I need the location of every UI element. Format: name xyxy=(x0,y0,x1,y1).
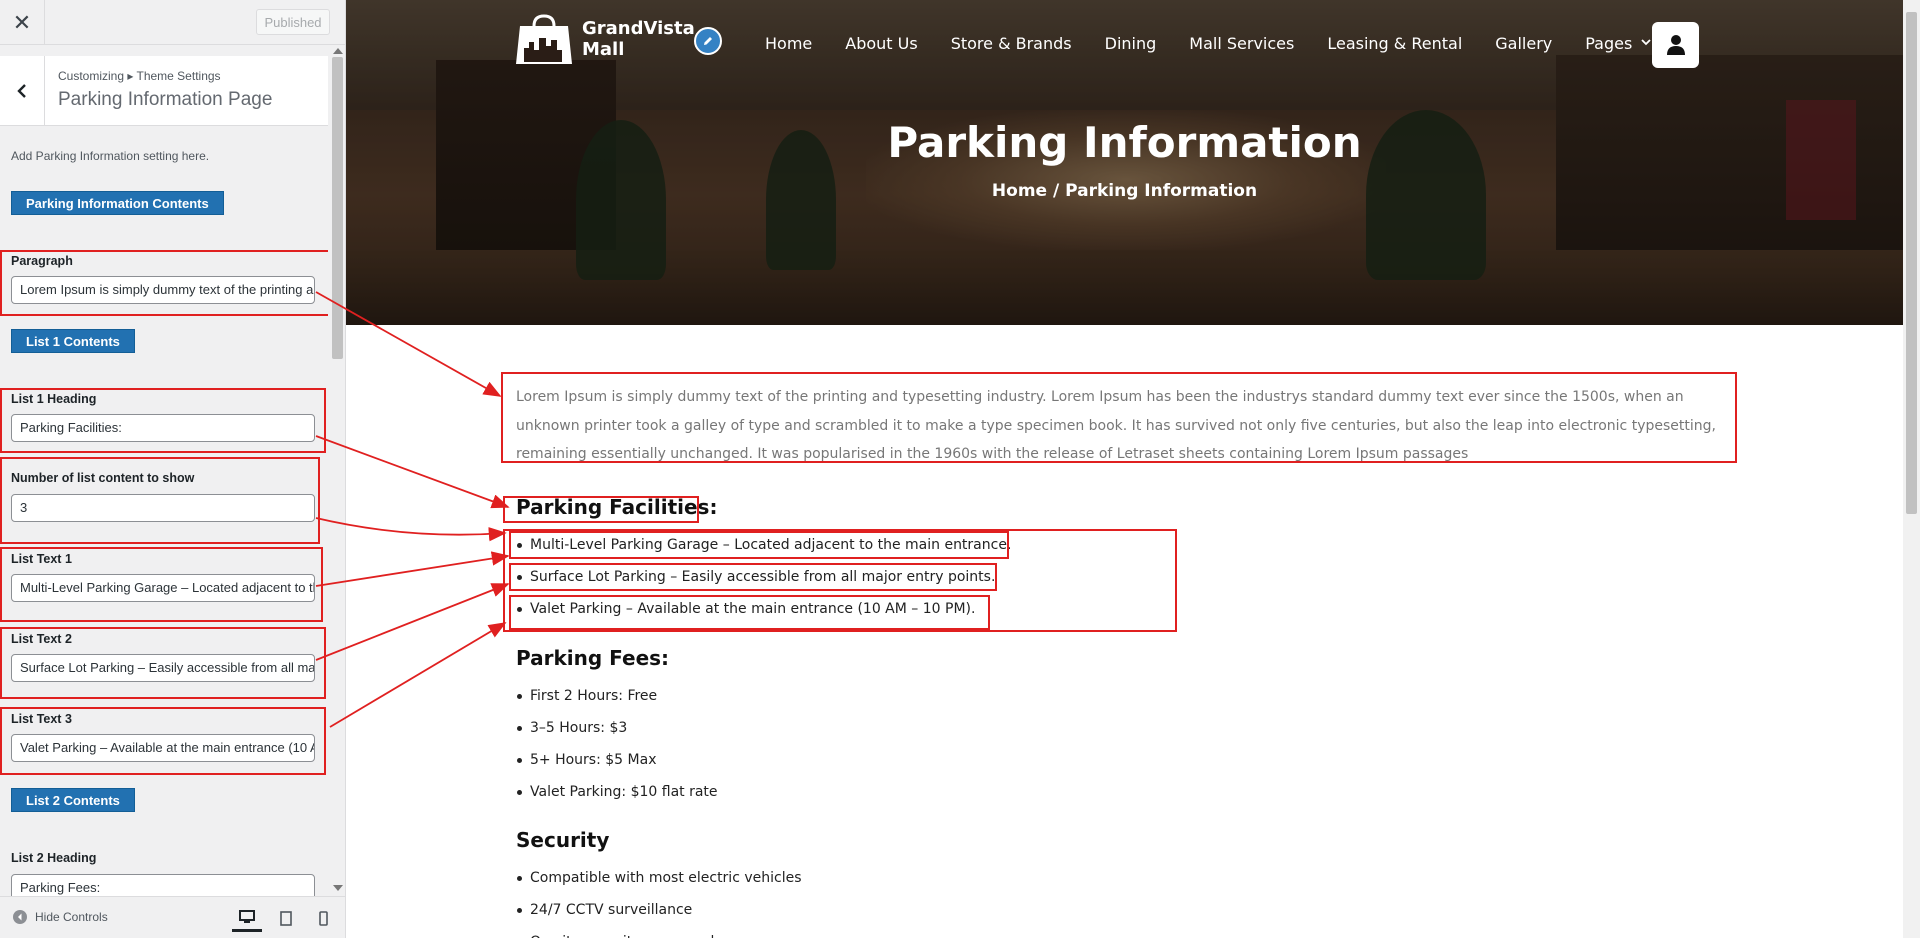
nav-gallery[interactable]: Gallery xyxy=(1495,34,1552,53)
sidebar-scroll-thumb[interactable] xyxy=(332,57,343,359)
list-text3-input[interactable]: Valet Parking – Available at the main en… xyxy=(11,734,315,762)
nav-home[interactable]: Home xyxy=(765,34,812,53)
list-item: Valet Parking – Available at the main en… xyxy=(516,593,1011,625)
user-account-icon[interactable] xyxy=(1652,22,1699,68)
scroll-down-icon[interactable] xyxy=(333,885,343,891)
mobile-preview-icon[interactable] xyxy=(308,904,338,932)
list-count-label: Number of list content to show xyxy=(11,471,195,485)
list-item: Surface Lot Parking – Easily accessible … xyxy=(516,561,1011,593)
nav-leasing-rental[interactable]: Leasing & Rental xyxy=(1327,34,1462,53)
logo-line1: GrandVista xyxy=(582,18,695,39)
list2-heading-input[interactable]: Parking Fees: xyxy=(11,874,315,896)
shopping-bag-icon xyxy=(516,14,572,64)
scroll-up-icon[interactable] xyxy=(333,48,343,54)
paragraph-label: Paragraph xyxy=(11,254,73,268)
list-item: 3–5 Hours: $3 xyxy=(516,712,718,744)
list-count-input[interactable]: 3 xyxy=(11,494,315,522)
page-title: Parking Information xyxy=(887,118,1362,167)
controls-panel[interactable]: Add Parking Information setting here. Pa… xyxy=(0,126,328,896)
section-description: Add Parking Information setting here. xyxy=(11,149,210,163)
list3-heading: Security xyxy=(516,828,610,852)
list3: Compatible with most electric vehicles 2… xyxy=(516,862,802,938)
preview-scroll-thumb[interactable] xyxy=(1906,12,1917,514)
list2-heading: Parking Fees: xyxy=(516,646,670,670)
desktop-preview-icon[interactable] xyxy=(232,904,262,932)
list1-heading-input[interactable]: Parking Facilities: xyxy=(11,414,315,442)
sidebar-scrollbar[interactable] xyxy=(329,45,345,895)
list2-heading-label: List 2 Heading xyxy=(11,851,97,865)
close-icon[interactable]: ✕ xyxy=(0,0,45,45)
list1-contents-button[interactable]: List 1 Contents xyxy=(11,329,135,353)
list-item: On-site security personnel xyxy=(516,926,802,938)
list1-heading-label: List 1 Heading xyxy=(11,392,97,406)
list-item: Multi-Level Parking Garage – Located adj… xyxy=(516,529,1011,561)
hide-controls-button[interactable]: Hide Controls xyxy=(13,910,108,924)
list-item: Valet Parking: $10 flat rate xyxy=(516,776,718,808)
hero-breadcrumb: Home / Parking Information xyxy=(991,181,1258,201)
contents-heading-button[interactable]: Parking Information Contents xyxy=(11,191,224,215)
paragraph-input[interactable]: Lorem Ipsum is simply dummy text of the … xyxy=(11,276,315,304)
collapse-icon xyxy=(13,910,27,924)
site-preview[interactable]: GrandVista Mall Home About Us Store & Br… xyxy=(346,0,1903,938)
nav-mall-services[interactable]: Mall Services xyxy=(1189,34,1294,53)
back-arrow-icon[interactable] xyxy=(0,56,45,126)
site-logo[interactable]: GrandVista Mall xyxy=(516,14,695,64)
list-text3-label: List Text 3 xyxy=(11,712,72,726)
logo-line2: Mall xyxy=(582,39,625,60)
list-item: Compatible with most electric vehicles xyxy=(516,862,802,894)
nav-store-brands[interactable]: Store & Brands xyxy=(951,34,1072,53)
list-item: First 2 Hours: Free xyxy=(516,680,718,712)
edit-shortcut-pencil-icon[interactable] xyxy=(694,27,722,55)
nav-dining[interactable]: Dining xyxy=(1105,34,1157,53)
customizer-header: ✕ Published xyxy=(0,0,345,45)
list1: Multi-Level Parking Garage – Located adj… xyxy=(516,529,1011,625)
main-nav: Home About Us Store & Brands Dining Mall… xyxy=(765,34,1684,53)
breadcrumb: Customizing ▸ Theme Settings xyxy=(58,69,221,83)
preview-scrollbar[interactable] xyxy=(1903,0,1920,938)
customizer-footer: Hide Controls xyxy=(0,896,345,938)
list-text2-input[interactable]: Surface Lot Parking – Easily accessible … xyxy=(11,654,315,682)
chevron-down-icon xyxy=(1641,39,1652,46)
nav-about-us[interactable]: About Us xyxy=(845,34,917,53)
section-header: Customizing ▸ Theme Settings Parking Inf… xyxy=(0,56,328,126)
hero-banner: GrandVista Mall Home About Us Store & Br… xyxy=(346,0,1903,325)
list-text2-label: List Text 2 xyxy=(11,632,72,646)
list-text1-input[interactable]: Multi-Level Parking Garage – Located adj… xyxy=(11,574,315,602)
intro-paragraph: Lorem Ipsum is simply dummy text of the … xyxy=(516,389,1716,462)
nav-pages[interactable]: Pages xyxy=(1585,34,1652,53)
tablet-preview-icon[interactable] xyxy=(271,904,301,932)
list-item: 5+ Hours: $5 Max xyxy=(516,744,718,776)
published-button[interactable]: Published xyxy=(256,9,330,35)
list2: First 2 Hours: Free 3–5 Hours: $3 5+ Hou… xyxy=(516,680,718,808)
customizer-sidebar: ✕ Published Customizing ▸ Theme Settings… xyxy=(0,0,346,938)
hide-controls-label: Hide Controls xyxy=(35,910,108,924)
list-item: 24/7 CCTV surveillance xyxy=(516,894,802,926)
list-text1-label: List Text 1 xyxy=(11,552,72,566)
section-title: Parking Information Page xyxy=(58,89,273,110)
nav-pages-label: Pages xyxy=(1585,34,1633,53)
list1-heading: Parking Facilities: xyxy=(516,495,718,519)
list2-contents-button[interactable]: List 2 Contents xyxy=(11,788,135,812)
